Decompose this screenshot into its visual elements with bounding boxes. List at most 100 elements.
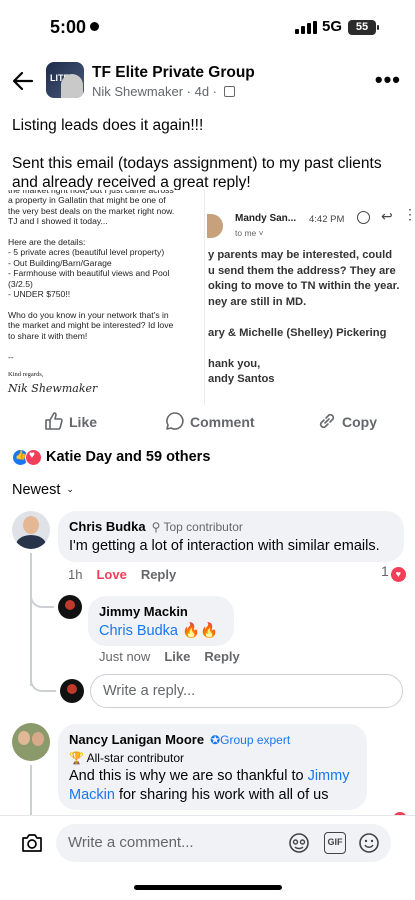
like-action[interactable]: Like: [164, 649, 190, 664]
fire-emoji: 🔥🔥: [182, 623, 219, 639]
thumbs-up-icon: [45, 412, 63, 430]
more-options-icon[interactable]: •••: [375, 67, 401, 93]
post-line-1: Listing leads does it again!!!: [12, 117, 204, 134]
post-actions: Like Comment Copy: [0, 405, 415, 433]
thread-connector: [30, 580, 54, 608]
status-badge: 🏆 All-star contributor: [69, 751, 184, 765]
comment-bubble: Nancy Lanigan Moore ✪Group expert 🏆 All-s…: [58, 724, 367, 810]
avatar[interactable]: [12, 511, 50, 549]
comment-text-part: And this is why we are so thankful to: [69, 768, 308, 784]
email-line: to share it with them!: [8, 330, 88, 341]
email-line: - Farmhouse with beautiful views and Poo…: [8, 268, 170, 279]
email-closing: Kind regards,: [8, 370, 44, 378]
email-line: the very best deals on the market right …: [8, 205, 175, 216]
email-line: u send them the address? They are: [208, 264, 396, 277]
avatar: [60, 679, 84, 703]
comment-bubble: Jimmy Mackin Chris Budka 🔥🔥: [88, 596, 234, 646]
post-meta: Nik Shewmaker · 4d ·: [92, 84, 235, 99]
heart-icon: ♥: [390, 567, 406, 582]
status-time: 5:00: [50, 17, 100, 38]
email-recipient-text: to me: [235, 228, 257, 238]
avatar[interactable]: [12, 723, 50, 761]
avatar[interactable]: [58, 595, 82, 619]
reply-action[interactable]: Reply: [204, 649, 239, 664]
emoji-icon: [357, 211, 370, 224]
status-badge: ⚲ Top contributor: [151, 520, 243, 534]
email-line: [208, 341, 415, 357]
email-line: (3/2.5): [8, 278, 33, 289]
post-age: 4d: [194, 84, 210, 99]
badge-label: All-star contributor: [86, 751, 184, 765]
email-line: the market and might be interested? Id l…: [8, 320, 174, 331]
thread-line: [30, 765, 32, 815]
email-line: oking to move to TN within the year.: [208, 280, 400, 292]
email-line: Here are the details:: [8, 237, 86, 248]
person-icon: [90, 22, 100, 31]
gif-icon[interactable]: GIF: [324, 832, 346, 854]
thread-connector: [30, 665, 56, 692]
comment-text: Chris Budka 🔥🔥: [99, 622, 223, 641]
group-name[interactable]: TF Elite Private Group: [92, 64, 255, 82]
clock-text: 5:00: [50, 17, 87, 37]
email-line: TJ and I showed it today...: [8, 216, 108, 227]
post-image[interactable]: the market right now, but I just came ac…: [0, 190, 415, 405]
comment-reaction-count[interactable]: 1 ♥: [381, 563, 406, 582]
comment-author[interactable]: Chris Budka ⚲ Top contributor: [69, 519, 393, 534]
email-screenshot-right: Mandy San... 4:42 PM to me ˅ ↩ ⋮ y paren…: [204, 190, 415, 405]
comment-text: And this is why we are so thankful to Ji…: [69, 767, 356, 805]
comment-placeholder: Write a comment...: [68, 834, 194, 851]
post-header: LITE TF Elite Private Group Nik Shewmake…: [0, 58, 415, 108]
email-line: hank you,: [208, 357, 261, 370]
camera-icon[interactable]: [20, 832, 44, 854]
avatar-sticker-icon[interactable]: [288, 832, 310, 854]
reaction-count: 1: [381, 563, 389, 579]
love-reaction-icon: [25, 449, 42, 466]
comment-text: I'm getting a lot of interaction with si…: [69, 538, 380, 554]
email-line: [208, 310, 415, 326]
email-line: - UNDER $750!!: [8, 289, 71, 300]
more-vertical-icon: ⋮: [403, 206, 415, 223]
email-line: ney are still in MD.: [208, 295, 307, 308]
email-screenshot-left: the market right now, but I just came ac…: [0, 190, 204, 405]
badge-label: Top contributor: [163, 520, 243, 534]
email-right-body: y parents may be interested, could u send…: [208, 248, 415, 388]
reply-input[interactable]: Write a reply...: [90, 674, 403, 708]
comment-input[interactable]: Write a comment... GIF: [56, 824, 391, 862]
sender-avatar: [207, 214, 223, 238]
comment-author[interactable]: Jimmy Mackin: [99, 604, 223, 619]
comment-icon: [166, 412, 184, 430]
status-badge: ✪Group expert: [210, 733, 291, 747]
copy-button[interactable]: Copy: [317, 411, 377, 431]
badge-label: Group expert: [220, 733, 291, 747]
comment-meta: 1h Love Reply: [68, 567, 190, 582]
email-time: 4:42 PM: [309, 214, 345, 225]
emoji-icon[interactable]: [358, 832, 380, 854]
like-button[interactable]: Like: [44, 411, 97, 431]
comment-time: Just now: [99, 649, 151, 664]
email-line: - Out Building/Barn/Garage: [8, 257, 112, 268]
author-name[interactable]: Nik Shewmaker: [92, 84, 183, 99]
comment-author[interactable]: Nancy Lanigan Moore ✪Group expert: [69, 732, 356, 747]
group-avatar[interactable]: LITE: [46, 62, 84, 98]
comment-composer: Write a comment... GIF: [0, 815, 415, 870]
signature-text: Nik Shewmaker: [8, 382, 98, 396]
email-left-body: the market right now, but I just came ac…: [8, 190, 200, 362]
copy-label: Copy: [342, 414, 377, 430]
email-line: y parents may be interested, could: [208, 249, 393, 261]
comment-sort-dropdown[interactable]: Newest ⌄: [12, 482, 74, 498]
reply-arrow-icon: ↩: [381, 208, 393, 224]
email-line: [8, 341, 200, 351]
back-arrow-icon[interactable]: [10, 68, 36, 94]
email-line: ary & Michelle (Shelley) Pickering: [208, 326, 387, 339]
like-label: Like: [69, 414, 98, 430]
comment-button[interactable]: Comment: [165, 411, 255, 431]
network-label: 5G: [322, 18, 343, 35]
reply-action[interactable]: Reply: [141, 567, 176, 582]
email-line: Who do you know in your network that's i…: [8, 309, 169, 320]
comment-time: 1h: [68, 567, 83, 582]
comment-meta: Just now Like Reply: [99, 649, 254, 664]
mention-link[interactable]: Chris Budka: [99, 623, 178, 639]
email-line: andy Santos: [208, 373, 275, 385]
email-line: --: [8, 351, 14, 362]
love-action[interactable]: Love: [96, 567, 126, 582]
